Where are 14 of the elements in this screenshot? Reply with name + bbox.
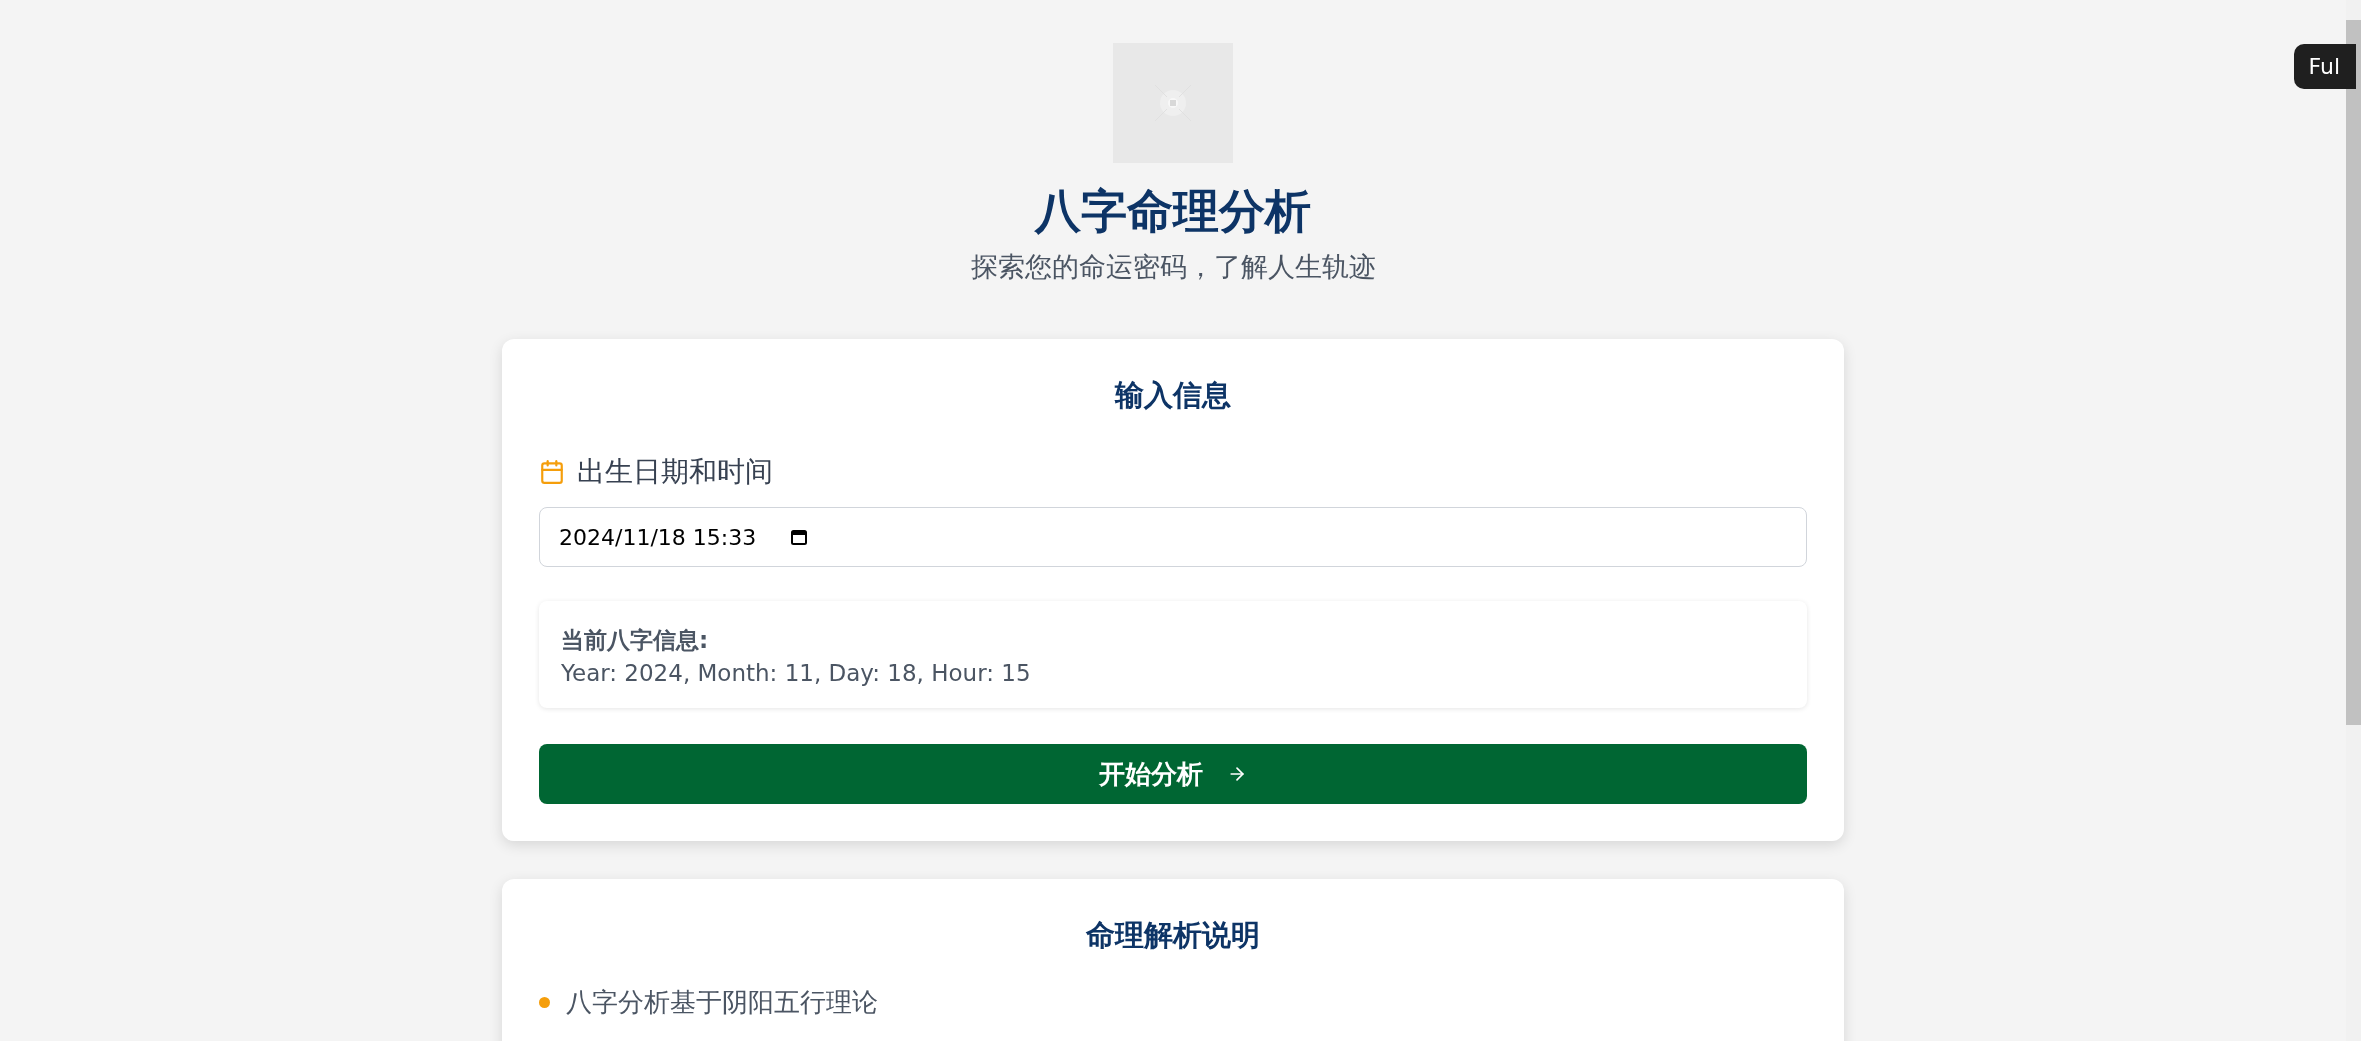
calendar-icon[interactable] [790, 528, 809, 546]
tooltip: Ful [2294, 44, 2356, 89]
analyze-button[interactable]: 开始分析 [539, 744, 1807, 804]
page-subtitle: 探索您的命运密码，了解人生轨迹 [970, 250, 1376, 284]
card-title: 命理解析说明 [1086, 917, 1260, 954]
info-text: Year: 2024, Month: 11, Day: 18, Hour: 15 [561, 660, 1032, 686]
bullet-icon [539, 997, 550, 1008]
field-label: 出生日期和时间 [577, 454, 773, 490]
card-title: 输入信息 [1115, 377, 1231, 414]
calendar-icon [539, 459, 565, 485]
info-heading: 当前八字信息: [561, 626, 710, 655]
datetime-field[interactable]: 2024/11/18 15:33 [539, 507, 1807, 567]
list-item: 八字分析基于阴阳五行理论 [566, 986, 878, 1019]
page-title: 八字命理分析 [1035, 183, 1311, 240]
